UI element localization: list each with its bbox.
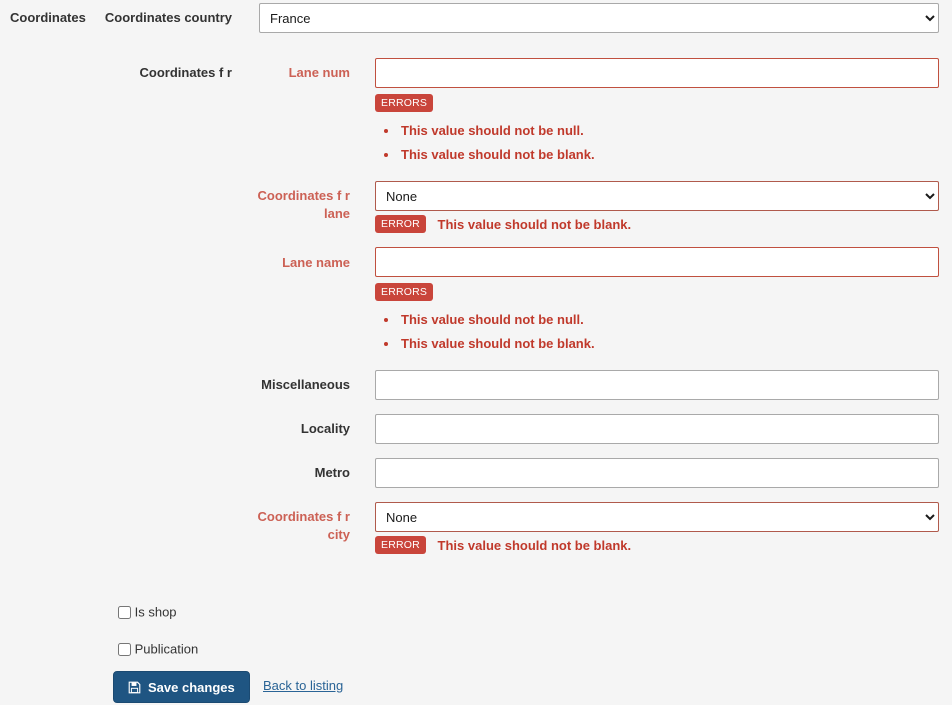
lane-num-input[interactable]: [375, 58, 939, 88]
error-badge: ERROR: [375, 215, 426, 233]
locality-field-wrap: [375, 414, 939, 444]
coordinates-country-select-wrap: France: [259, 3, 939, 33]
label-coordinates-fr: Coordinates f r: [139, 65, 232, 80]
publication-checkbox[interactable]: [118, 643, 131, 657]
coordinates-fr-city-select-wrap: None: [375, 502, 939, 532]
metro-input[interactable]: [375, 458, 939, 488]
lane-num-error-list: This value should not be null. This valu…: [375, 119, 939, 167]
label-lane-name: Lane name: [282, 255, 350, 270]
error-item: This value should not be null.: [399, 308, 939, 332]
errors-badge: ERRORS: [375, 94, 434, 112]
label-coordinates-fr-city: Coordinates f r city: [257, 509, 350, 542]
form-page: Coordinates Coordinates country France C…: [0, 0, 952, 705]
coordinates-fr-city-error: ERROR This value should not be blank.: [375, 536, 631, 554]
errors-badge: ERRORS: [375, 283, 434, 301]
save-icon: [128, 681, 141, 694]
publication-row: Publication: [118, 641, 198, 658]
lane-name-field-wrap: [375, 247, 939, 277]
label-coordinates-fr-lane: Coordinates f r lane: [257, 188, 350, 221]
label-coordinates-country: Coordinates country: [104, 10, 232, 25]
error-badge: ERROR: [375, 536, 426, 554]
error-message: This value should not be blank.: [437, 537, 632, 553]
lane-name-errors: ERRORS This value should not be null. Th…: [375, 283, 939, 356]
error-item: This value should not be blank.: [399, 332, 939, 356]
lane-name-error-list: This value should not be null. This valu…: [375, 308, 939, 356]
coordinates-fr-city-select[interactable]: None: [375, 502, 939, 532]
label-lane-num: Lane num: [288, 65, 350, 80]
lane-name-input[interactable]: [375, 247, 939, 277]
metro-field-wrap: [375, 458, 939, 488]
coordinates-fr-lane-error: ERROR This value should not be blank.: [375, 215, 631, 233]
is-shop-checkbox[interactable]: [118, 606, 131, 620]
error-message: This value should not be blank.: [437, 216, 632, 232]
back-to-listing-link[interactable]: Back to listing: [263, 678, 343, 693]
label-metro: Metro: [314, 465, 350, 480]
label-locality: Locality: [300, 421, 350, 436]
error-item: This value should not be blank.: [399, 143, 939, 167]
save-changes-button[interactable]: Save changes: [113, 671, 250, 703]
is-shop-row: Is shop: [118, 604, 177, 621]
coordinates-fr-lane-select-wrap: None: [375, 181, 939, 211]
coordinates-country-select[interactable]: France: [259, 3, 939, 33]
lane-num-errors: ERRORS This value should not be null. Th…: [375, 94, 939, 167]
miscellaneous-input[interactable]: [375, 370, 939, 400]
coordinates-fr-lane-select[interactable]: None: [375, 181, 939, 211]
lane-num-field-wrap: [375, 58, 939, 88]
is-shop-label[interactable]: Is shop: [135, 605, 177, 620]
publication-label[interactable]: Publication: [135, 642, 199, 657]
label-miscellaneous: Miscellaneous: [261, 377, 350, 392]
error-item: This value should not be null.: [399, 119, 939, 143]
locality-input[interactable]: [375, 414, 939, 444]
miscellaneous-field-wrap: [375, 370, 939, 400]
save-changes-label: Save changes: [148, 679, 235, 695]
